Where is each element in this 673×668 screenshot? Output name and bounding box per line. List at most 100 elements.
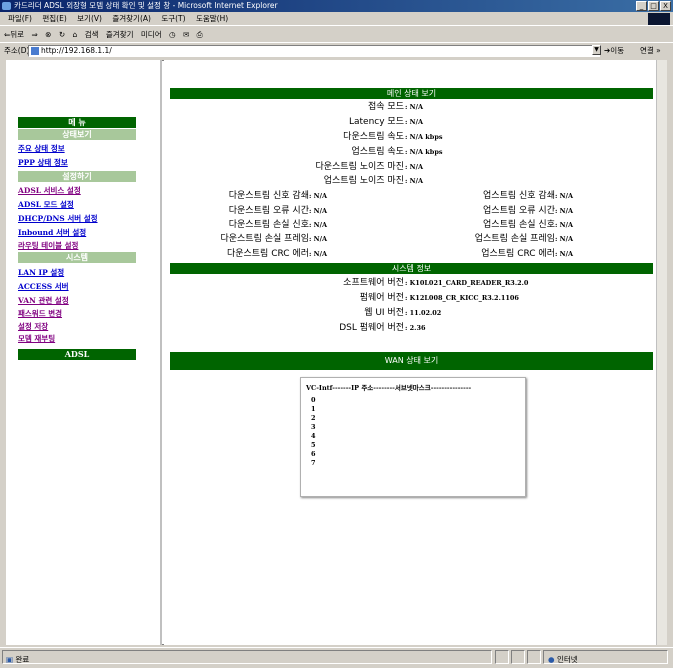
address-bar: 주소(D) http://192.168.1.1/ ▼ ➔이동 연결 » [0,44,673,58]
wan-status-box: VC-Intf-------IP 주소--------서브넷마스크-------… [300,377,526,497]
address-input[interactable]: http://192.168.1.1/ [28,45,600,57]
go-button[interactable]: ➔이동 [604,44,624,58]
wan-status-header: WAN 상태 보기 [170,352,653,370]
us-error-time-value: : N/A [555,207,574,215]
mail-icon[interactable]: ✉ [183,30,189,39]
address-url: http://192.168.1.1/ [41,46,112,55]
section-settings-header: 설정하기 [18,171,136,182]
link-password[interactable]: 패스워드 변경 [18,309,62,319]
ie-icon [2,2,11,10]
globe-icon: ● [548,655,555,664]
menu-bar: 파일(F) 편집(E) 보기(V) 즐겨찾기(A) 도구(T) 도움말(H) [0,12,673,26]
wan-row: 0 [311,396,316,404]
window-title: 카드리더 ADSL 외장형 모뎀 상태 확인 및 설정 창 - Microsof… [14,1,278,10]
status-panel [511,650,525,664]
page-icon [31,47,39,55]
software-version-value: : K10L021_CARD_READER_R3.2.0 [405,279,529,287]
dsl-firmware-version-label: DSL 펌웨어 버전 [339,323,404,333]
windows-logo-icon [648,13,670,25]
link-lan-ip[interactable]: LAN IP 설정 [18,268,64,278]
link-inbound[interactable]: Inbound 서버 설정 [18,228,86,238]
status-panel [495,650,509,664]
link-access-server[interactable]: ACCESS 서버 [18,282,69,292]
menu-frame: 메 뉴 상태보기 주요 상태 정보 PPP 상태 정보 설정하기 ADSL 서비… [6,60,162,645]
link-dhcp-dns[interactable]: DHCP/DNS 서버 설정 [18,214,98,224]
downstream-speed-label: 다운스트림 속도 [343,132,404,142]
menu-edit[interactable]: 편집(E) [42,14,66,23]
status-text: 완료 [15,655,30,664]
ds-crc-error-value: : N/A [309,250,328,258]
us-loss-frame-value: : N/A [555,235,574,243]
media-button[interactable]: 미디어 [141,30,162,39]
dsl-firmware-version-value: : 2.36 [405,324,426,332]
menu-help[interactable]: 도움말(H) [196,14,228,23]
toolbar: ⇐뒤로 ⇒ ⊗ ↻ ⌂ 검색 즐겨찾기 미디어 ◷ ✉ ⎙ [0,27,673,43]
menu-tools[interactable]: 도구(T) [161,14,185,23]
ds-attenuation-value: : N/A [309,192,328,200]
done-icon: ▣ [6,655,14,664]
status-panel [527,650,541,664]
software-version-label: 소프트웨어 버전 [343,278,404,288]
us-crc-error-value: : N/A [555,250,574,258]
stop-icon[interactable]: ⊗ [45,30,51,39]
upstream-noise-label: 업스트림 노이즈 마진 [323,176,404,186]
downstream-noise-value: : N/A [405,163,424,171]
link-ppp-status[interactable]: PPP 상태 정보 [18,158,68,168]
link-save-settings[interactable]: 설정 저장 [18,322,48,332]
us-error-time-label: 업스트림 오류 시간 [483,206,555,216]
close-button[interactable]: X [660,1,671,11]
us-loss-signal-value: : N/A [555,221,574,229]
maximize-button[interactable]: □ [648,1,659,11]
link-adsl-service[interactable]: ADSL 서비스 설정 [18,186,81,196]
link-reboot[interactable]: 모뎀 재부팅 [18,334,55,344]
search-button[interactable]: 검색 [85,30,99,39]
menu-title: 메 뉴 [18,117,136,128]
connect-mode-label: 접속 모드 [368,102,404,112]
home-icon[interactable]: ⌂ [73,30,78,39]
upstream-noise-value: : N/A [405,177,424,185]
status-bar: ▣ 완료 ● 인터넷 [0,647,673,666]
connect-mode-value: : N/A [405,103,424,111]
system-info-header: 시스템 정보 [170,263,653,274]
wan-row: 1 [311,405,316,413]
title-bar: 카드리더 ADSL 외장형 모뎀 상태 확인 및 설정 창 - Microsof… [0,0,673,12]
back-button[interactable]: ⇐뒤로 [4,30,24,39]
firmware-version-value: : K12L008_CR_KICC_R3.2.1106 [405,294,519,302]
wan-row: 7 [311,459,316,467]
link-main-status[interactable]: 주요 상태 정보 [18,144,65,154]
link-routing-table[interactable]: 라우팅 테이블 설정 [18,241,78,251]
forward-button[interactable]: ⇒ [31,30,37,39]
links-button[interactable]: 연결 » [640,44,661,58]
wan-table-header: VC-Intf-------IP 주소--------서브넷마스크-------… [306,384,472,392]
link-adsl-mode[interactable]: ADSL 모드 설정 [18,200,74,210]
us-crc-error-label: 업스트림 CRC 에러 [481,249,555,259]
vertical-scrollbar[interactable] [656,60,667,645]
refresh-icon[interactable]: ↻ [59,30,65,39]
ds-crc-error-label: 다운스트림 CRC 에러 [226,249,309,259]
us-loss-frame-label: 업스트림 손실 프레임 [474,234,555,244]
minimize-button[interactable]: _ [636,1,647,11]
address-dropdown-icon[interactable]: ▼ [592,45,601,55]
favorites-button[interactable]: 즐겨찾기 [106,30,134,39]
print-icon[interactable]: ⎙ [197,30,203,39]
section-system-header: 시스템 [18,252,136,263]
web-ui-version-value: : 11.02.02 [405,309,442,317]
firmware-version-label: 펌웨어 버전 [359,293,404,303]
wan-row: 2 [311,414,316,422]
ds-loss-signal-label: 다운스트림 손실 신호 [228,220,309,230]
wan-row: 4 [311,432,316,440]
latency-mode-value: : N/A [405,118,424,126]
menu-favorites[interactable]: 즐겨찾기(A) [112,14,151,23]
history-icon[interactable]: ◷ [169,30,176,39]
upstream-speed-label: 업스트림 속도 [351,147,404,157]
main-status-header: 메인 상태 보기 [170,88,653,99]
ds-error-time-label: 다운스트림 오류 시간 [228,206,309,216]
zone-text: 인터넷 [556,655,578,664]
us-attenuation-value: : N/A [555,192,574,200]
menu-view[interactable]: 보기(V) [77,14,102,23]
us-loss-signal-label: 업스트림 손실 신호 [483,220,555,230]
ds-attenuation-label: 다운스트림 신호 감쇄 [228,191,309,201]
menu-file[interactable]: 파일(F) [8,14,32,23]
link-van-settings[interactable]: VAN 관련 설정 [18,296,69,306]
address-label: 주소(D) [4,46,30,55]
